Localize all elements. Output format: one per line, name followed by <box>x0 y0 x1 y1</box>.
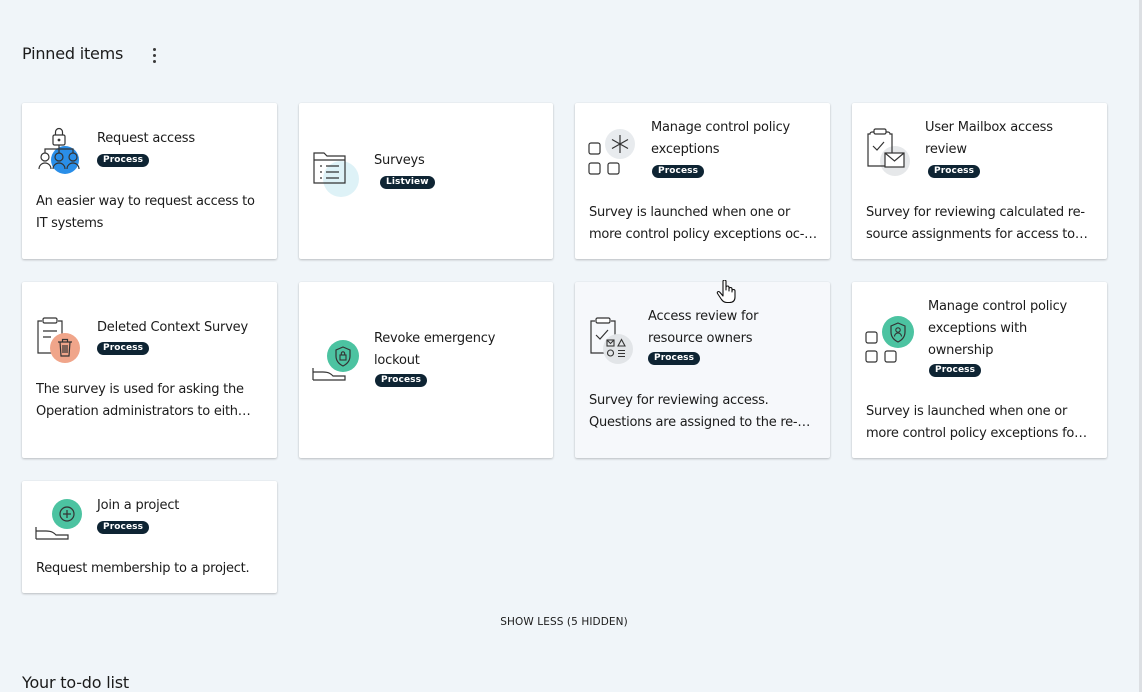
emergency-lockout-icon <box>312 340 359 381</box>
join-project-icon <box>35 499 82 540</box>
pinned-card-deleted-context-survey[interactable]: Deleted Context Survey Process The surve… <box>22 282 277 458</box>
process-badge: Process <box>97 521 150 534</box>
mailbox-review-icon <box>867 128 910 176</box>
card-title: Manage control policy exceptions <box>651 120 791 157</box>
pinned-card-user-mailbox-access-review[interactable]: User Mailbox access review Process Surve… <box>852 103 1107 259</box>
card-description: Survey is launched when one or more cont… <box>589 205 817 242</box>
control-policy-icon <box>588 129 635 175</box>
card-title: User Mailbox access review <box>925 120 1053 157</box>
request-access-icon <box>38 127 80 174</box>
hand-cursor-icon <box>716 280 736 304</box>
card-description: Survey for reviewing access. Questions a… <box>589 393 811 430</box>
todo-list-title: Your to-do list <box>22 673 129 692</box>
card-title: Request access <box>97 131 195 146</box>
more-vertical-icon[interactable] <box>145 45 163 65</box>
process-badge: Process <box>648 352 701 365</box>
process-badge: Process <box>928 165 981 178</box>
pinned-card-manage-control-policy-exceptions[interactable]: Manage control policy exceptions Process… <box>575 103 830 259</box>
deleted-survey-icon <box>37 317 80 363</box>
ownership-policy-icon <box>865 316 914 363</box>
card-description: Request membership to a project. <box>36 561 250 576</box>
card-title: Revoke emergency lockout <box>374 331 496 368</box>
dashboard-page: Pinned items Request access Process An e… <box>0 0 1142 692</box>
surveys-list-icon <box>313 152 359 197</box>
card-title: Manage control policy exceptions with ow… <box>928 299 1068 358</box>
pinned-card-surveys[interactable]: Surveys Listview <box>299 103 553 259</box>
card-title: Join a project <box>97 498 180 513</box>
process-badge: Process <box>97 342 150 355</box>
listview-badge: Listview <box>380 176 435 189</box>
pinned-card-manage-control-policy-ownership[interactable]: Manage control policy exceptions with ow… <box>852 282 1107 458</box>
process-badge: Process <box>929 364 982 377</box>
card-description: Survey for reviewing calculated re- sour… <box>866 205 1088 242</box>
process-badge: Process <box>652 165 705 178</box>
card-description: An easier way to request access to IT sy… <box>36 194 255 231</box>
card-description: The survey is used for asking the Operat… <box>36 382 251 419</box>
card-description: Survey is launched when one or more cont… <box>866 404 1087 441</box>
card-title: Access review for resource owners <box>648 309 759 346</box>
process-badge: Process <box>97 154 150 167</box>
process-badge: Process <box>375 374 428 387</box>
card-title: Surveys <box>374 153 425 168</box>
pinned-card-revoke-emergency-lockout[interactable]: Revoke emergency lockout Process <box>299 282 553 458</box>
pinned-items-title: Pinned items <box>22 44 124 63</box>
pinned-card-request-access[interactable]: Request access Process An easier way to … <box>22 103 277 259</box>
show-less-button[interactable]: SHOW LESS (5 HIDDEN) <box>478 616 650 628</box>
card-title: Deleted Context Survey <box>97 320 248 335</box>
pinned-card-join-a-project[interactable]: Join a project Process Request membershi… <box>22 481 277 593</box>
pinned-card-access-review-resource-owners[interactable]: Access review for resource owners Proces… <box>575 282 830 458</box>
resource-review-icon <box>590 317 633 364</box>
